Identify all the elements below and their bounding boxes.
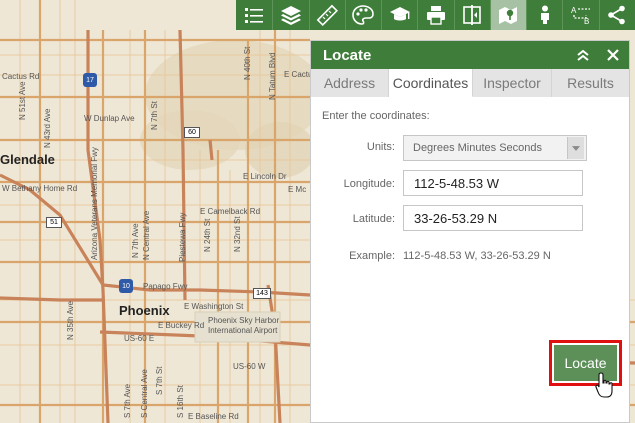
share-button[interactable] [598, 0, 635, 30]
dropdown-arrow[interactable] [567, 137, 584, 159]
longitude-input[interactable]: 112-5-48.53 W [403, 170, 583, 196]
education-button[interactable] [381, 0, 417, 30]
layer-list-icon [245, 8, 264, 23]
street-label: N 40th St [243, 46, 252, 80]
street-label: E Buckey Rd [158, 321, 205, 330]
layers-button[interactable] [272, 0, 308, 30]
latitude-input[interactable]: 33-26-53.29 N [403, 205, 583, 231]
street-label: N 24th St [203, 218, 212, 252]
basemap-palette-icon [352, 5, 375, 25]
swipe-button[interactable] [453, 0, 490, 30]
interstate-17-shield: 17 [83, 73, 97, 87]
units-label: Units: [366, 141, 395, 153]
swipe-icon [463, 5, 482, 25]
latitude-label: Latitude: [352, 213, 395, 225]
street-label: E Lincoln Dr [243, 172, 287, 181]
locate-panel: Locate Address Coordinates Inspector Res… [310, 40, 630, 423]
longitude-label: Longitude: [343, 178, 395, 190]
share-icon [608, 5, 626, 25]
tab-address[interactable]: Address [311, 69, 389, 97]
measure-button[interactable] [308, 0, 345, 30]
chevron-down-icon [572, 145, 580, 151]
city-label-phoenix: Phoenix [119, 303, 170, 318]
units-select-value: Degrees Minutes Seconds [413, 142, 543, 154]
street-label: S 7th St [155, 366, 164, 395]
panel-header: Locate [311, 41, 629, 69]
street-label: S Central Ave [140, 369, 149, 418]
street-label: E Mc [288, 185, 307, 194]
street-label: Piestewa Fwy [178, 212, 187, 262]
street-label: N 7th Ave [131, 223, 140, 258]
directions-button[interactable]: AB [562, 0, 598, 30]
street-label: E Baseline Rd [188, 412, 239, 421]
widget-toolbar: AB [236, 0, 635, 30]
street-label: N 35th Ave [66, 301, 75, 340]
panel-title: Locate [323, 46, 372, 64]
locate-button[interactable] [489, 0, 527, 30]
tab-inspector[interactable]: Inspector [473, 69, 552, 97]
locate-map-icon [499, 7, 518, 24]
form-intro: Enter the coordinates: [322, 110, 430, 122]
layer-list-button[interactable] [236, 0, 272, 30]
street-label: Cactus Rd [2, 72, 40, 81]
street-label: W Dunlap Ave [84, 114, 135, 123]
highway-label: US-60 W [233, 362, 266, 371]
print-button[interactable] [417, 0, 453, 30]
street-label: N Tatum Blvd [268, 52, 277, 100]
collapse-button[interactable] [573, 45, 593, 65]
person-button[interactable] [526, 0, 562, 30]
basemap-button[interactable] [344, 0, 381, 30]
close-icon [607, 49, 619, 61]
close-button[interactable] [603, 45, 623, 65]
airport-label: Phoenix Sky Harbor International Airport [208, 316, 280, 335]
street-label: E Camelback Rd [200, 207, 261, 216]
hand-pointer-cursor-icon [595, 372, 613, 398]
route-60-shield: 51 [46, 217, 62, 228]
double-chevron-up-icon [577, 49, 589, 61]
street-label: N 32nd St [233, 216, 242, 252]
highway-label: US-60 E [124, 334, 155, 343]
person-icon [540, 5, 549, 24]
street-label: S 16th St [176, 385, 185, 418]
street-label: S 7th Ave [123, 383, 132, 418]
street-label: N 51st Ave [18, 81, 27, 120]
units-select[interactable]: Degrees Minutes Seconds [403, 135, 587, 161]
street-label: W Bethany Home Rd [2, 184, 78, 193]
example-label: Example: [349, 250, 395, 262]
street-label: Papago Fwy [143, 282, 188, 291]
measure-ruler-icon [316, 4, 339, 26]
svg-text:A: A [571, 6, 577, 15]
tab-coordinates[interactable]: Coordinates [389, 69, 473, 97]
freeway-label: Arizona Veterans Memorial Fwy [90, 147, 99, 260]
street-label: N 7th St [150, 101, 159, 130]
street-label: N 43rd Ave [43, 108, 52, 148]
tab-results[interactable]: Results [552, 69, 629, 97]
example-value: 112-5-48.53 W, 33-26-53.29 N [403, 250, 551, 262]
tab-bar: Address Coordinates Inspector Results [311, 69, 629, 97]
directions-ab-icon: AB [571, 6, 591, 26]
route-51-shield: 60 [184, 127, 200, 138]
education-cap-icon [389, 7, 410, 21]
street-label: N Central Ave [142, 210, 151, 260]
print-icon [426, 6, 445, 25]
layers-icon [280, 6, 301, 25]
svg-text:B: B [584, 17, 589, 26]
route-143-shield: 143 [253, 288, 271, 299]
city-label-glendale: Glendale [0, 152, 55, 167]
street-label: E Washington St [184, 302, 244, 311]
interstate-10-shield: 10 [119, 279, 133, 293]
